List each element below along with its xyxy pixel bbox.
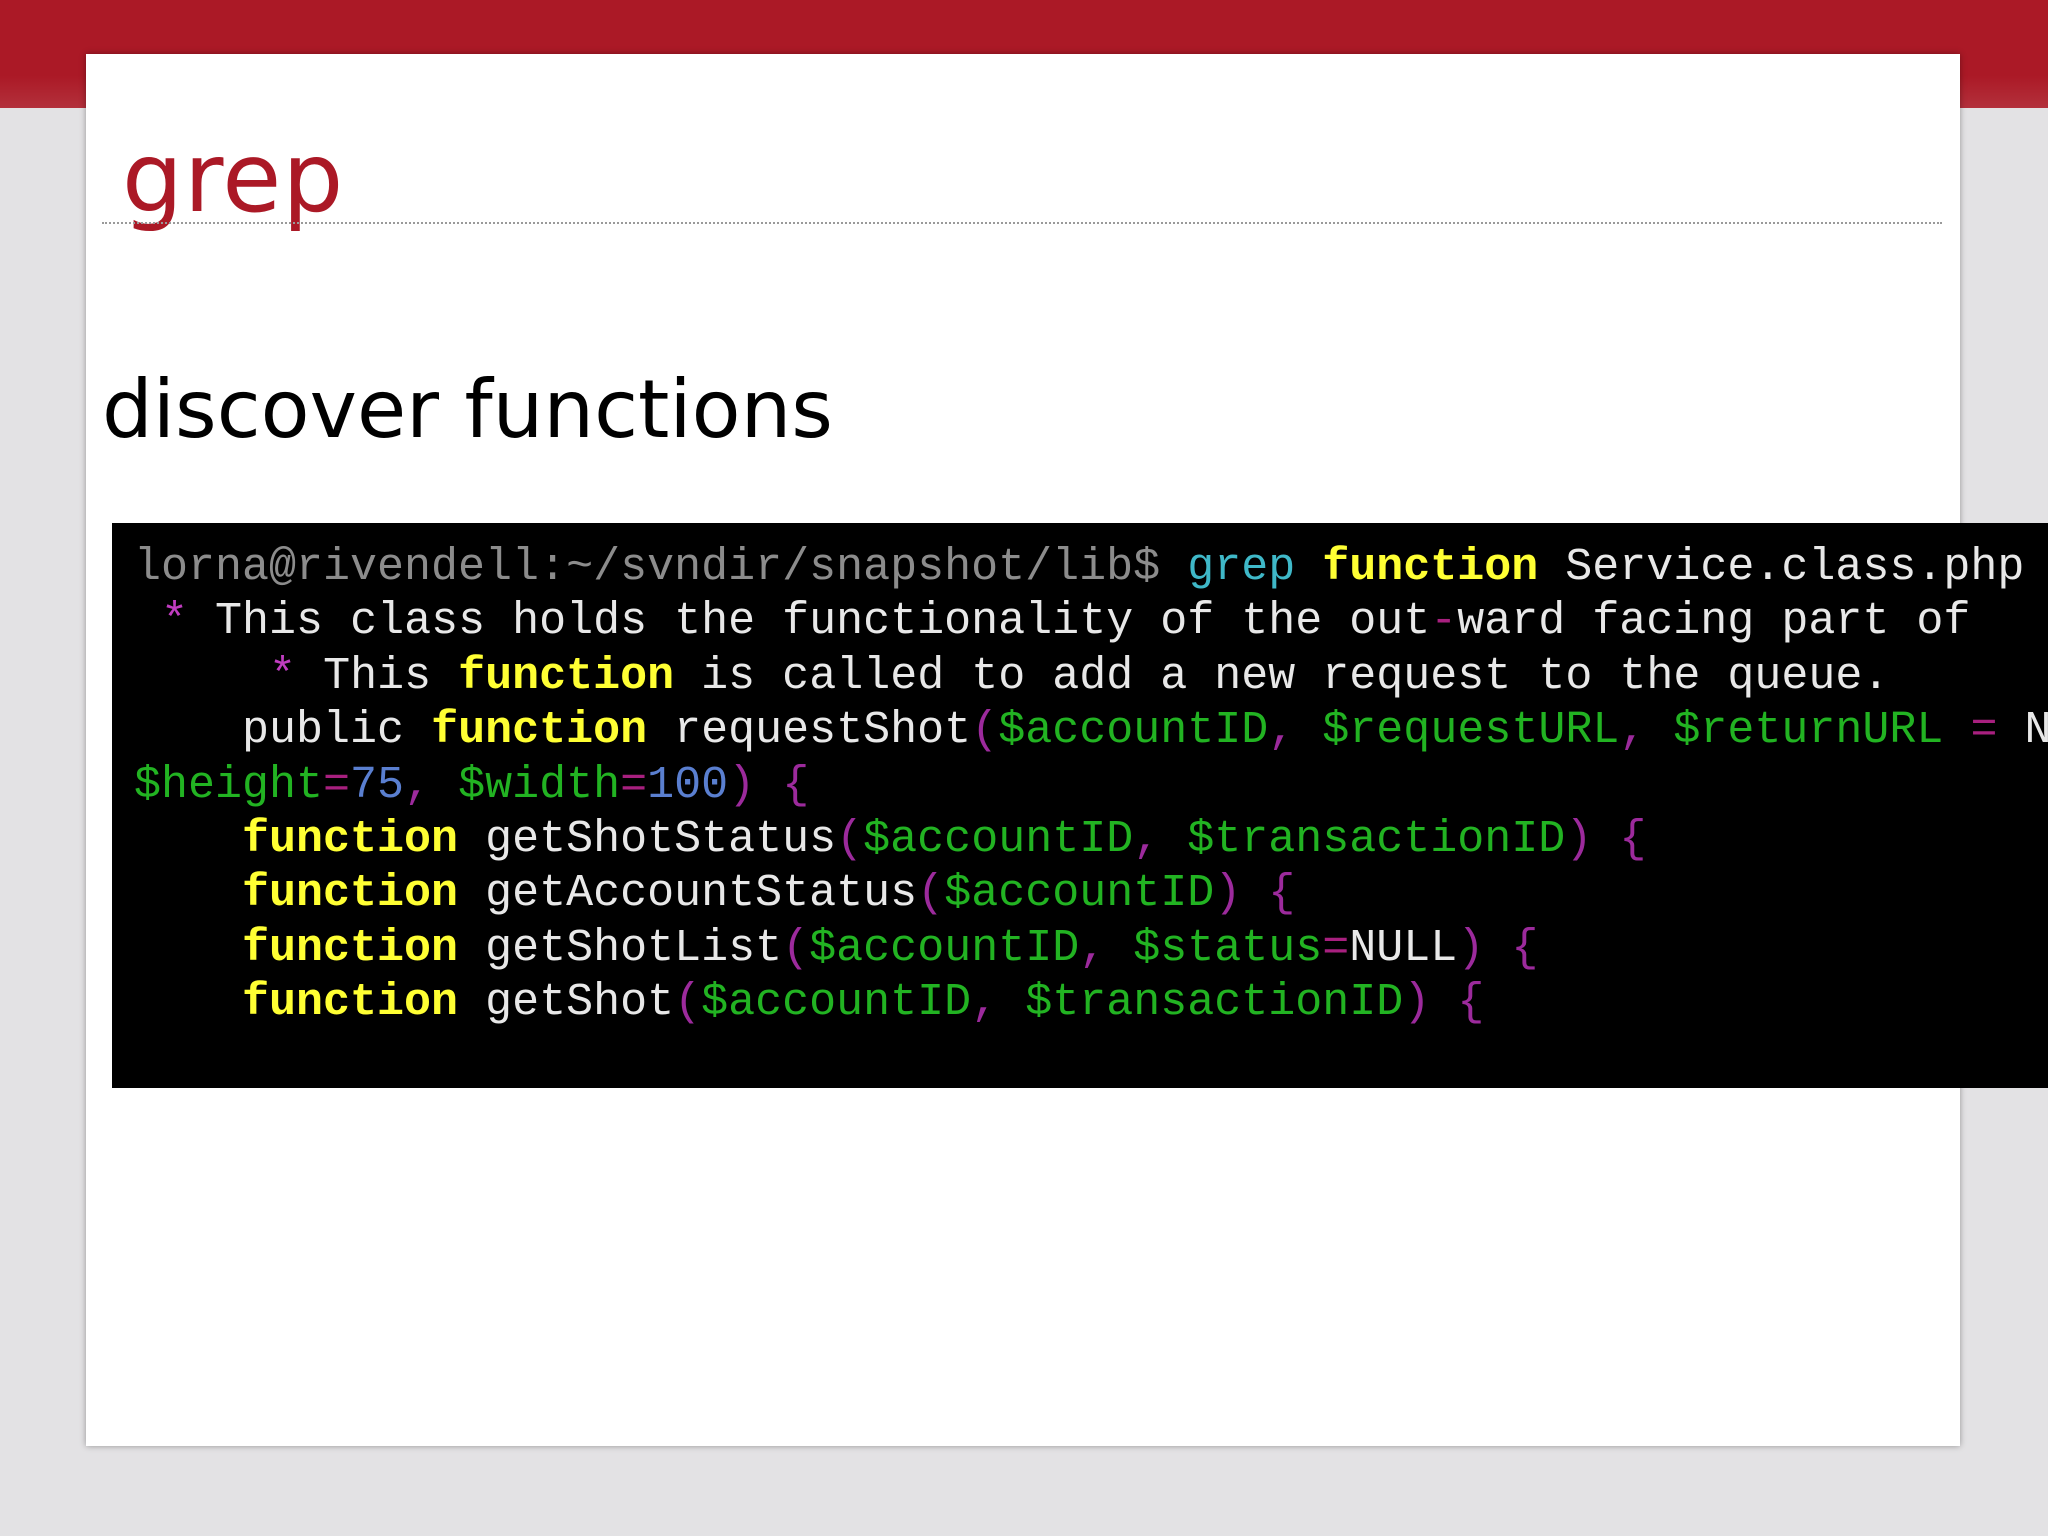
- terminal-line-6: function getShotStatus($accountID, $tran…: [134, 813, 2048, 867]
- comma: ,: [404, 759, 432, 811]
- function-name: getShotList: [485, 922, 783, 974]
- comma: ,: [1619, 705, 1647, 757]
- terminal-output: lorna@rivendell:~/svndir/snapshot/lib$ g…: [112, 523, 2048, 1088]
- keyword-match: function: [431, 705, 648, 757]
- comma: ,: [1268, 705, 1296, 757]
- keyword-match: function: [458, 650, 675, 702]
- close-paren: ): [1403, 977, 1431, 1029]
- equals-sign: =: [1322, 922, 1350, 974]
- terminal-line-8: function getShotList($accountID, $status…: [134, 922, 2048, 976]
- param-variable: $status: [1133, 922, 1323, 974]
- param-variable: $width: [458, 759, 621, 811]
- keyword-match: function: [242, 977, 459, 1029]
- terminal-line-command: lorna@rivendell:~/svndir/snapshot/lib$ g…: [134, 541, 2048, 595]
- keyword-match: function: [242, 868, 459, 920]
- comment-star: *: [161, 596, 189, 648]
- comma: ,: [1079, 922, 1107, 974]
- equals-sign: =: [323, 759, 351, 811]
- comment-text: This class holds the functionality of th…: [215, 596, 1431, 648]
- null-literal: NULL: [1349, 922, 1458, 974]
- truncated-text: N: [2024, 705, 2048, 757]
- file-argument: Service.class.php: [1565, 542, 2025, 593]
- terminal-line-7: function getAccountStatus($accountID) {: [134, 867, 2048, 921]
- slide-subtitle: discover functions: [102, 363, 833, 456]
- comma: ,: [1133, 813, 1161, 865]
- keyword-match: function: [242, 922, 459, 974]
- title-divider: [102, 222, 1942, 224]
- param-variable: $transactionID: [1187, 813, 1566, 865]
- terminal-line-3: * This function is called to add a new r…: [134, 650, 2048, 704]
- param-variable: $returnURL: [1673, 705, 1944, 757]
- keyword-match: function: [242, 813, 459, 865]
- terminal-text: lorna@rivendell:~/svndir/snapshot/lib$ g…: [134, 541, 2048, 1031]
- function-name: getAccountStatus: [485, 868, 918, 920]
- close-paren: ): [1457, 922, 1485, 974]
- open-paren: (: [971, 705, 999, 757]
- function-name: getShotStatus: [485, 813, 837, 865]
- param-variable: $transactionID: [1025, 977, 1404, 1029]
- close-paren: ): [1565, 813, 1593, 865]
- param-variable: $accountID: [998, 705, 1269, 757]
- open-paren: (: [782, 922, 810, 974]
- param-variable: $accountID: [809, 922, 1080, 974]
- param-variable: $accountID: [701, 977, 972, 1029]
- terminal-line-2: * This class holds the functionality of …: [134, 595, 2048, 649]
- comment-text-end: is called to add a new request to the qu…: [701, 650, 1890, 702]
- comma: ,: [971, 977, 999, 1029]
- number-literal: 75: [350, 759, 405, 811]
- open-brace: {: [1268, 868, 1296, 920]
- equals-sign: =: [1970, 705, 1998, 757]
- param-variable: $accountID: [863, 813, 1134, 865]
- number-literal: 100: [647, 759, 729, 811]
- comment-dash: -: [1430, 596, 1458, 648]
- param-variable: $height: [134, 759, 324, 811]
- comment-star: *: [269, 650, 297, 702]
- open-brace: {: [1619, 813, 1647, 865]
- slide-title: grep: [122, 122, 345, 234]
- search-term: function: [1322, 542, 1539, 593]
- open-brace: {: [782, 759, 810, 811]
- function-name: requestShot: [674, 705, 972, 757]
- param-variable: $requestURL: [1322, 705, 1620, 757]
- function-name: getShot: [485, 977, 675, 1029]
- open-paren: (: [836, 813, 864, 865]
- open-brace: {: [1511, 922, 1539, 974]
- comment-text: This: [323, 650, 432, 702]
- terminal-line-9: function getShot($accountID, $transactio…: [134, 976, 2048, 1030]
- open-paren: (: [917, 868, 945, 920]
- command-name: grep: [1187, 542, 1296, 593]
- terminal-line-4: public function requestShot($accountID, …: [134, 704, 2048, 758]
- open-paren: (: [674, 977, 702, 1029]
- close-paren: ): [728, 759, 756, 811]
- comment-text-end: ward facing part of: [1457, 596, 1971, 648]
- open-brace: {: [1457, 977, 1485, 1029]
- close-paren: ): [1214, 868, 1242, 920]
- shell-prompt: lorna@rivendell:~/svndir/snapshot/lib$: [134, 542, 1161, 593]
- param-variable: $accountID: [944, 868, 1215, 920]
- terminal-line-5: $height=75, $width=100) {: [134, 759, 2048, 813]
- modifier-text: public: [242, 705, 405, 757]
- equals-sign: =: [620, 759, 648, 811]
